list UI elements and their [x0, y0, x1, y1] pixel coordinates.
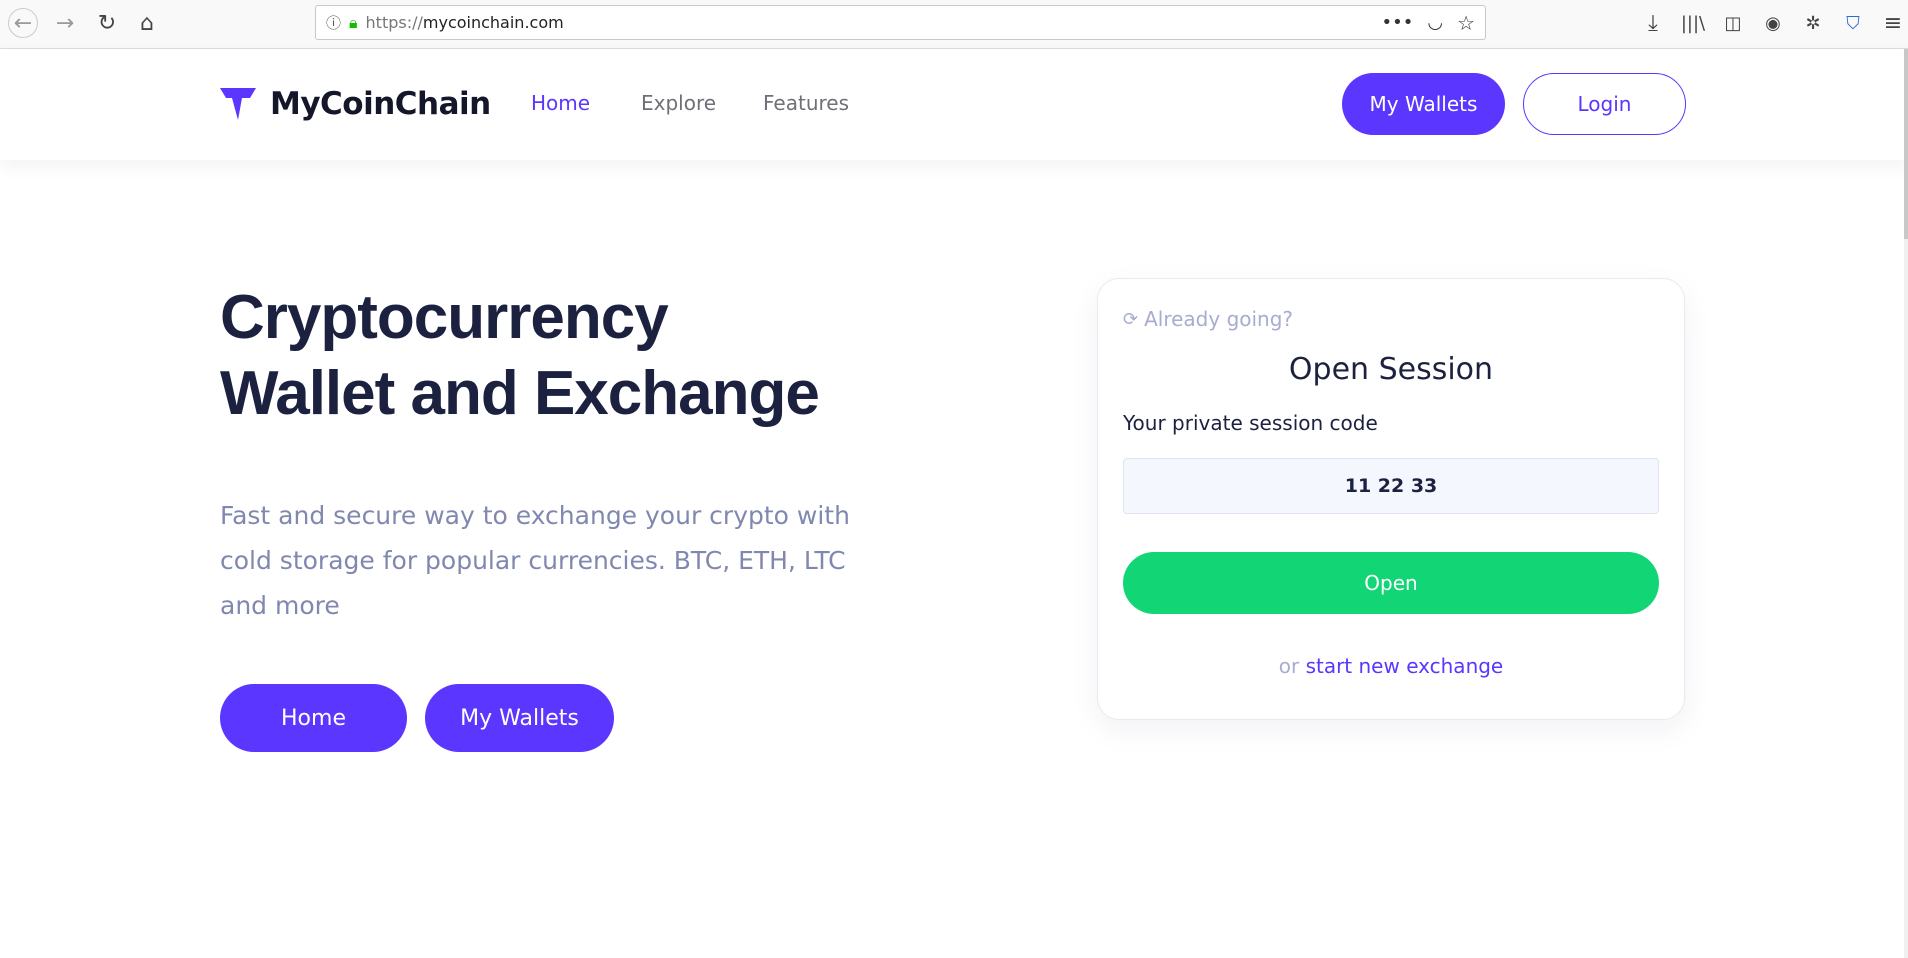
start-new-exchange-link[interactable]: start new exchange: [1306, 654, 1504, 678]
download-icon[interactable]: ⤓: [1638, 8, 1668, 38]
more-icon[interactable]: •••: [1381, 12, 1413, 33]
forward-icon[interactable]: →: [50, 8, 80, 38]
reload-icon[interactable]: ↻: [92, 8, 122, 38]
login-button[interactable]: Login: [1523, 73, 1686, 135]
back-icon[interactable]: ←: [8, 8, 38, 38]
extension-icon[interactable]: ✲: [1798, 8, 1828, 38]
hero-title-line2: Wallet and Exchange: [220, 359, 820, 428]
library-icon[interactable]: |||\: [1678, 8, 1708, 38]
url-protocol: https://: [365, 13, 423, 32]
already-going-link[interactable]: ⟳ Already going?: [1123, 307, 1293, 331]
open-session-card: ⟳ Already going? Open Session Your priva…: [1097, 278, 1685, 720]
scrollbar[interactable]: [1904, 49, 1908, 958]
home-icon[interactable]: ⌂: [132, 8, 162, 38]
brand-name: MyCoinChain: [270, 86, 491, 122]
sidebar-icon[interactable]: ◫: [1718, 8, 1748, 38]
already-going-text: Already going?: [1144, 307, 1294, 331]
open-session-button[interactable]: Open: [1123, 552, 1659, 614]
menu-icon[interactable]: ≡: [1878, 8, 1908, 38]
hero-description: Fast and secure way to exchange your cry…: [220, 501, 850, 620]
refresh-icon: ⟳: [1123, 308, 1139, 330]
info-icon[interactable]: ⓘ: [326, 12, 341, 33]
nav-home[interactable]: Home: [531, 91, 590, 115]
session-code-input[interactable]: 11 22 33: [1123, 458, 1659, 514]
session-code-label: Your private session code: [1123, 411, 1378, 435]
lock-icon: 🔒︎: [349, 12, 358, 32]
logo-mark-icon: [220, 88, 256, 120]
nav-features[interactable]: Features: [763, 91, 849, 115]
header-my-wallets-button[interactable]: My Wallets: [1342, 73, 1505, 135]
session-title: Open Session: [1288, 352, 1494, 387]
or-text: or: [1278, 654, 1300, 678]
hero-home-button[interactable]: Home: [220, 684, 407, 752]
nav-explore[interactable]: Explore: [641, 91, 716, 115]
bookmark-star-icon[interactable]: ☆: [1457, 11, 1475, 35]
hero-my-wallets-button[interactable]: My Wallets: [425, 684, 614, 752]
shield-icon[interactable]: ⛉: [1838, 8, 1868, 38]
address-bar[interactable]: ⓘ 🔒︎ https://mycoinchain.com ••• ◡ ☆: [315, 5, 1486, 40]
browser-toolbar: ← → ↻ ⌂ ⓘ 🔒︎ https://mycoinchain.com •••…: [0, 0, 1908, 49]
hero-title: Cryptocurrency Wallet and Exchange: [220, 280, 820, 432]
brand-logo[interactable]: MyCoinChain: [220, 86, 491, 122]
account-icon[interactable]: ◉: [1758, 8, 1788, 38]
url-host: mycoinchain.com: [422, 13, 564, 32]
url-text[interactable]: https://mycoinchain.com: [366, 13, 564, 32]
hero-title-line1: Cryptocurrency: [220, 283, 669, 352]
pocket-icon[interactable]: ◡: [1427, 12, 1443, 33]
